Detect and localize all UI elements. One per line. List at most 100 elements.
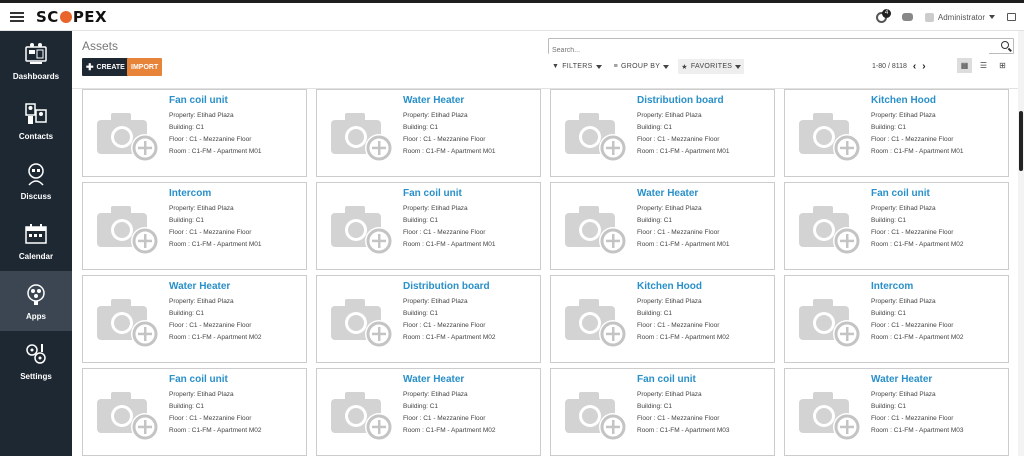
asset-card[interactable]: Water Heater Property: Etihad Plaza Buil…	[82, 275, 307, 363]
sidebar-item-contacts[interactable]: Contacts	[0, 91, 72, 151]
card-title[interactable]: Fan coil unit	[871, 188, 930, 199]
card-building: Building: C1	[871, 124, 907, 131]
card-title[interactable]: Water Heater	[403, 374, 464, 385]
camera-placeholder-icon	[97, 299, 159, 348]
list-view-icon[interactable]: ☰	[976, 58, 991, 73]
card-property: Property: Etihad Plaza	[403, 391, 468, 398]
card-building: Building: C1	[169, 124, 205, 131]
card-title[interactable]: Fan coil unit	[169, 374, 228, 385]
card-title[interactable]: Water Heater	[637, 188, 698, 199]
kanban-view-icon[interactable]: ▦	[957, 58, 972, 73]
camera-placeholder-icon	[97, 392, 159, 441]
grid-view-icon[interactable]: ⊞	[995, 58, 1010, 73]
card-floor: Floor : C1 - Mezzanine Floor	[871, 415, 954, 422]
asset-card[interactable]: Fan coil unit Property: Etihad Plaza Bui…	[550, 368, 775, 456]
card-floor: Floor : C1 - Mezzanine Floor	[169, 322, 252, 329]
sidebar-item-label: Contacts	[18, 132, 54, 141]
asset-card[interactable]: Water Heater Property: Etihad Plaza Buil…	[316, 89, 541, 177]
card-floor: Floor : C1 - Mezzanine Floor	[403, 415, 486, 422]
sidebar: Dashboards Contacts Discuss Calendar App…	[0, 31, 72, 456]
card-title[interactable]: Kitchen Hood	[637, 281, 702, 292]
logo-o-mark	[59, 10, 72, 23]
chevron-left-icon[interactable]: ‹	[913, 61, 916, 72]
card-room: Room : C1-FM - Apartment M02	[169, 427, 262, 434]
card-building: Building: C1	[637, 124, 673, 131]
create-button-label: CREATE	[96, 63, 125, 71]
card-title[interactable]: Water Heater	[403, 95, 464, 106]
card-title[interactable]: Fan coil unit	[403, 188, 462, 199]
asset-card[interactable]: Distribution board Property: Etihad Plaz…	[550, 89, 775, 177]
card-property: Property: Etihad Plaza	[403, 112, 468, 119]
camera-placeholder-icon	[331, 206, 393, 255]
sidebar-item-settings[interactable]: Settings	[0, 331, 72, 391]
chevron-down-icon	[735, 64, 742, 69]
scrollbar-thumb[interactable]	[1019, 111, 1023, 171]
card-floor: Floor : C1 - Mezzanine Floor	[637, 322, 720, 329]
filters-label: FILTERS	[562, 63, 593, 70]
menu-toggle-icon[interactable]	[10, 11, 24, 22]
asset-card[interactable]: Fan coil unit Property: Etihad Plaza Bui…	[784, 182, 1009, 270]
camera-placeholder-icon	[799, 113, 861, 162]
card-title[interactable]: Distribution board	[403, 281, 490, 292]
card-building: Building: C1	[871, 310, 907, 317]
chevron-down-icon	[663, 64, 670, 69]
camera-placeholder-icon	[331, 299, 393, 348]
card-title[interactable]: Fan coil unit	[637, 374, 696, 385]
sidebar-item-dashboards[interactable]: Dashboards	[0, 31, 72, 91]
card-title[interactable]: Fan coil unit	[169, 95, 228, 106]
logo-text-left: SC	[36, 7, 59, 26]
card-room: Room : C1-FM - Apartment M02	[637, 334, 730, 341]
asset-card[interactable]: Fan coil unit Property: Etihad Plaza Bui…	[82, 89, 307, 177]
camera-placeholder-icon	[799, 206, 861, 255]
card-room: Room : C1-FM - Apartment M03	[871, 427, 964, 434]
filters-button[interactable]: ▼ FILTERS	[549, 59, 605, 74]
card-property: Property: Etihad Plaza	[871, 298, 936, 305]
card-room: Room : C1-FM - Apartment M02	[403, 334, 496, 341]
search-icon[interactable]	[1001, 41, 1009, 49]
sidebar-item-calendar[interactable]: Calendar	[0, 211, 72, 271]
card-title[interactable]: Distribution board	[637, 95, 724, 106]
asset-card[interactable]: Intercom Property: Etihad Plaza Building…	[784, 275, 1009, 363]
card-title[interactable]: Water Heater	[169, 281, 230, 292]
sidebar-item-apps[interactable]: Apps	[0, 271, 72, 331]
scrollbar[interactable]	[1018, 31, 1024, 456]
chevron-right-icon[interactable]: ›	[922, 61, 925, 72]
card-property: Property: Etihad Plaza	[169, 112, 234, 119]
import-button[interactable]: IMPORT	[127, 58, 163, 76]
asset-card[interactable]: Fan coil unit Property: Etihad Plaza Bui…	[82, 368, 307, 456]
card-floor: Floor : C1 - Mezzanine Floor	[871, 136, 954, 143]
card-title[interactable]: Intercom	[871, 281, 913, 292]
card-property: Property: Etihad Plaza	[169, 391, 234, 398]
card-room: Room : C1-FM - Apartment M01	[169, 148, 262, 155]
create-button[interactable]: ✚ CREATE	[82, 58, 129, 76]
calendar-icon	[25, 224, 47, 244]
asset-card[interactable]: Kitchen Hood Property: Etihad Plaza Buil…	[784, 89, 1009, 177]
card-property: Property: Etihad Plaza	[169, 205, 234, 212]
asset-card[interactable]: Kitchen Hood Property: Etihad Plaza Buil…	[550, 275, 775, 363]
asset-card[interactable]: Fan coil unit Property: Etihad Plaza Bui…	[316, 182, 541, 270]
logout-icon[interactable]	[1007, 13, 1016, 21]
activity-icon[interactable]: 4	[875, 9, 892, 24]
card-title[interactable]: Water Heater	[871, 374, 932, 385]
sidebar-item-discuss[interactable]: Discuss	[0, 151, 72, 211]
pager: 1-80 / 8118 ‹ ›	[872, 59, 926, 74]
kanban-grid: Fan coil unit Property: Etihad Plaza Bui…	[82, 89, 1012, 456]
card-building: Building: C1	[169, 217, 205, 224]
user-menu[interactable]: Administrator	[924, 12, 995, 22]
asset-card[interactable]: Distribution board Property: Etihad Plaz…	[316, 275, 541, 363]
app-logo[interactable]: SC PEX	[36, 8, 107, 26]
asset-card[interactable]: Water Heater Property: Etihad Plaza Buil…	[784, 368, 1009, 456]
dashboard-icon	[25, 43, 47, 64]
favorites-button[interactable]: ★ FAVORITES	[678, 59, 745, 74]
asset-card[interactable]: Water Heater Property: Etihad Plaza Buil…	[316, 368, 541, 456]
card-title[interactable]: Intercom	[169, 188, 211, 199]
card-floor: Floor : C1 - Mezzanine Floor	[169, 229, 252, 236]
search-input[interactable]	[549, 43, 989, 58]
asset-card[interactable]: Water Heater Property: Etihad Plaza Buil…	[550, 182, 775, 270]
pager-value[interactable]: 1-80 / 8118	[872, 63, 907, 70]
asset-card[interactable]: Intercom Property: Etihad Plaza Building…	[82, 182, 307, 270]
group-by-button[interactable]: ≡ GROUP BY	[611, 59, 673, 74]
card-title[interactable]: Kitchen Hood	[871, 95, 936, 106]
chat-icon[interactable]	[901, 13, 913, 21]
card-building: Building: C1	[637, 310, 673, 317]
